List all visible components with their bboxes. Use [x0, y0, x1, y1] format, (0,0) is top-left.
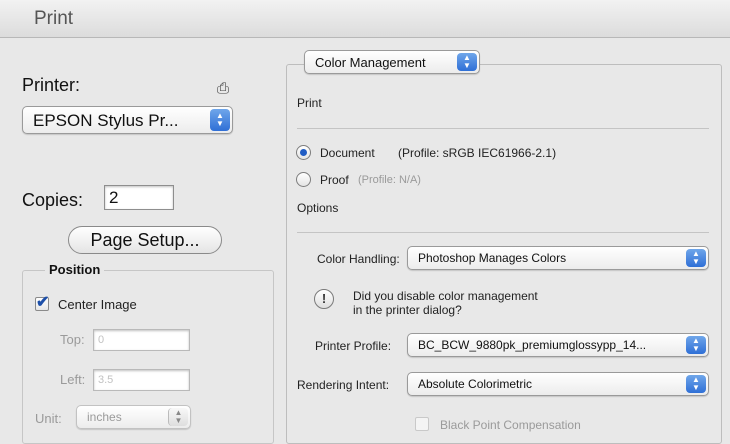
copies-label: Copies: — [22, 190, 84, 210]
center-image-checkbox[interactable]: ✔ — [35, 294, 49, 311]
printer-label: Printer: — [22, 75, 81, 95]
printer-select-value: EPSON Stylus Pr... — [33, 111, 179, 130]
proof-radio-label: Proof — [320, 173, 349, 187]
position-group-title: Position — [45, 262, 105, 277]
up-down-arrows-icon: ▲ ▼ — [686, 249, 706, 267]
printer-profile-select[interactable]: BC_BCW_9880pk_premiumglossypp_14... ▲ ▼ — [407, 333, 709, 357]
color-handling-select[interactable]: Photoshop Manages Colors ▲ ▼ — [407, 246, 709, 270]
printer-icon[interactable]: ⎙ — [217, 80, 235, 98]
unit-select[interactable]: inches ▲ ▼ — [76, 405, 191, 429]
print-section-label: Print — [297, 96, 322, 110]
top-label: Top: — [60, 332, 85, 347]
window-title: Print — [34, 8, 74, 29]
options-section-label: Options — [297, 201, 339, 215]
page-setup-button[interactable]: Page Setup... — [68, 226, 222, 254]
checkmark-icon: ✔ — [36, 294, 50, 311]
unit-label: Unit: — [35, 411, 62, 426]
left-field[interactable]: 3.5 — [93, 369, 190, 391]
document-profile-text: (Profile: sRGB IEC61966-2.1) — [398, 146, 557, 160]
exclamation-icon: ! — [314, 289, 334, 309]
warning-text-line1: Did you disable color management — [353, 289, 538, 303]
rendering-intent-value: Absolute Colorimetric — [418, 377, 533, 391]
up-down-arrows-icon: ▲ ▼ — [457, 53, 477, 71]
copies-field[interactable]: 2 — [104, 185, 174, 210]
printer-profile-value: BC_BCW_9880pk_premiumglossypp_14... — [418, 338, 647, 352]
color-handling-value: Photoshop Manages Colors — [418, 251, 567, 265]
document-radio-label: Document — [320, 146, 375, 160]
proof-profile-text: (Profile: N/A) — [358, 174, 421, 186]
up-down-arrows-icon: ▲ ▼ — [686, 375, 706, 393]
title-bar: Print — [0, 0, 730, 38]
printer-select[interactable]: EPSON Stylus Pr... ▲ ▼ — [22, 106, 233, 134]
black-point-compensation-label: Black Point Compensation — [440, 418, 581, 432]
divider — [297, 128, 709, 129]
section-menu-value: Color Management — [315, 55, 426, 70]
up-down-arrows-icon: ▲ ▼ — [210, 109, 230, 131]
rendering-intent-label: Rendering Intent: — [297, 378, 390, 392]
top-field[interactable]: 0 — [93, 329, 190, 351]
divider — [297, 232, 709, 233]
section-menu-select[interactable]: Color Management ▲ ▼ — [304, 50, 480, 74]
black-point-compensation-checkbox[interactable] — [415, 417, 429, 431]
up-down-arrows-icon: ▲ ▼ — [168, 408, 188, 426]
color-handling-label: Color Handling: — [317, 252, 400, 266]
rendering-intent-select[interactable]: Absolute Colorimetric ▲ ▼ — [407, 372, 709, 396]
document-radio[interactable] — [296, 145, 311, 160]
warning-text-line2: in the printer dialog? — [353, 303, 462, 317]
up-down-arrows-icon: ▲ ▼ — [686, 336, 706, 354]
center-image-label: Center Image — [58, 297, 137, 312]
left-label: Left: — [60, 372, 86, 387]
printer-profile-label: Printer Profile: — [315, 339, 392, 353]
proof-radio[interactable] — [296, 172, 311, 187]
unit-select-value: inches — [87, 410, 122, 424]
